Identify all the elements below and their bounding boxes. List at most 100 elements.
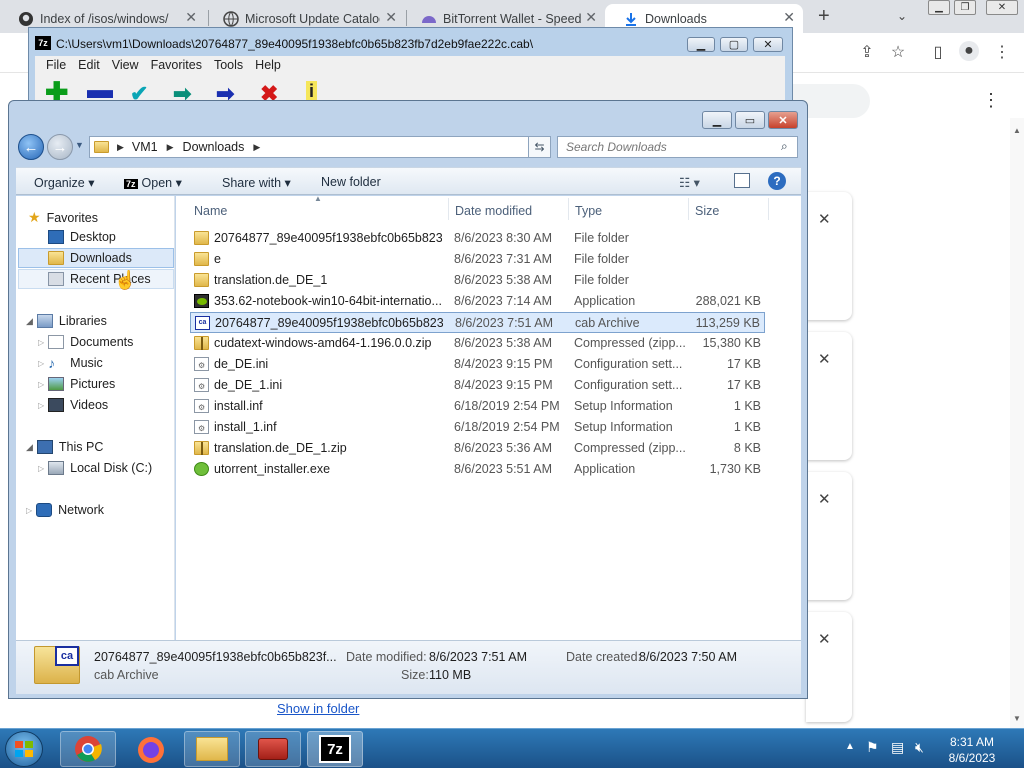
taskbar-file-explorer[interactable] (184, 731, 240, 767)
refresh-icon[interactable]: ⇆ (528, 136, 551, 158)
show-in-folder-link[interactable]: Show in folder (277, 701, 359, 716)
bookmark-star-icon[interactable]: ☆ (888, 42, 908, 62)
tab-close-icon[interactable]: ✕ (585, 9, 597, 26)
share-icon[interactable]: ⇪ (857, 42, 877, 62)
close-button[interactable]: ✕ (753, 37, 783, 52)
download-remove-icon[interactable]: ✕ (818, 210, 831, 228)
forward-button[interactable]: → (47, 134, 73, 160)
nav-downloads[interactable]: Downloads (48, 251, 132, 265)
file-row[interactable]: translation.de_DE_1 8/6/2023 5:38 AM File … (190, 270, 765, 291)
column-type[interactable]: Type (575, 204, 602, 218)
info-icon[interactable]: i (306, 81, 318, 102)
show-hidden-icons-icon[interactable]: ▲ (845, 741, 855, 752)
breadcrumb-vm1[interactable]: VM1 (132, 140, 158, 154)
column-date-modified[interactable]: Date modified (455, 204, 532, 218)
download-remove-icon[interactable]: ✕ (818, 490, 831, 508)
menu-view[interactable]: View (106, 56, 145, 76)
new-tab-button[interactable]: + (818, 5, 830, 28)
file-size: 1,730 KB (709, 462, 761, 476)
file-name: de_DE.ini (214, 357, 269, 371)
breadcrumb-arrow-icon[interactable]: ▶ (117, 142, 124, 153)
nav-videos[interactable]: ▷ Videos (38, 398, 108, 412)
minimize-button[interactable]: ▁ (687, 37, 715, 52)
column-name[interactable]: Name (194, 204, 227, 218)
network-status-icon[interactable]: ▤ (891, 739, 904, 756)
nav-local-disk[interactable]: ▷ Local Disk (C:) (38, 461, 152, 475)
maximize-button[interactable]: ▢ (720, 37, 748, 52)
tab-close-icon[interactable]: ✕ (385, 9, 397, 26)
search-icon[interactable]: ⌕ (781, 139, 788, 154)
file-row[interactable]: 20764877_89e40095f1938ebfc0b65b823fb... 8… (190, 228, 765, 249)
taskbar-firefox[interactable] (136, 735, 166, 768)
nav-desktop[interactable]: Desktop (48, 230, 116, 244)
file-row[interactable]: ⚙ install_1.inf 6/18/2019 2:54 PM Setup Inf… (190, 417, 765, 438)
nav-documents[interactable]: ▷ Documents (38, 335, 133, 349)
views-icon[interactable]: ☷ ▾ (679, 175, 700, 190)
file-type: File folder (574, 273, 629, 287)
tab-close-icon[interactable]: ✕ (185, 9, 197, 26)
menu-tools[interactable]: Tools (208, 56, 249, 76)
file-row[interactable]: ca 20764877_89e40095f1938ebfc0b65b823fb..… (190, 312, 765, 333)
close-button[interactable]: ✕ (986, 0, 1018, 15)
column-size[interactable]: Size (695, 204, 719, 218)
details-date-created-label: Date created: (566, 650, 642, 664)
maximize-button[interactable]: ❐ (954, 0, 976, 15)
folder-icon (194, 231, 209, 245)
nav-network[interactable]: ▷ Network (26, 503, 104, 517)
menu-edit[interactable]: Edit (72, 56, 106, 76)
taskbar-7zip[interactable]: 7z (307, 731, 363, 767)
file-row[interactable]: translation.de_DE_1.zip 8/6/2023 5:36 AM C… (190, 438, 765, 459)
back-button[interactable]: ← (18, 134, 44, 160)
nav-favorites[interactable]: ★ Favorites (28, 209, 98, 226)
file-row[interactable]: 353.62-notebook-win10-64bit-internatio..… (190, 291, 765, 312)
organize-button[interactable]: Organize ▾ (34, 175, 94, 190)
side-panel-icon[interactable]: ▯ (928, 42, 948, 62)
file-row[interactable]: cudatext-windows-amd64-1.196.0.0.zip 8/6/… (190, 333, 765, 354)
breadcrumb-arrow-icon[interactable]: ▶ (167, 142, 174, 153)
breadcrumb-arrow-icon[interactable]: ▶ (253, 142, 260, 153)
minimize-button[interactable]: ▁ (702, 111, 732, 129)
file-row[interactable]: e 8/6/2023 7:31 AM File folder (190, 249, 765, 270)
minimize-button[interactable]: ▁ (928, 0, 950, 15)
start-button[interactable] (5, 731, 43, 767)
file-row[interactable]: utorrent_installer.exe 8/6/2023 5:51 AM Ap… (190, 459, 765, 480)
close-button[interactable]: ✕ (768, 111, 798, 129)
file-type: File folder (574, 252, 629, 266)
file-row[interactable]: ⚙ install.inf 6/18/2019 2:54 PM Setup Infor… (190, 396, 765, 417)
help-icon[interactable]: ? (768, 172, 786, 190)
profile-avatar-icon[interactable]: ● (959, 41, 979, 61)
nav-libraries[interactable]: ◢ Libraries (26, 314, 107, 328)
new-folder-button[interactable]: New folder (321, 175, 381, 189)
maximize-button[interactable]: ▭ (735, 111, 765, 129)
open-button[interactable]: 7z Open ▾ (124, 175, 182, 190)
action-center-icon[interactable]: ⚑ (866, 739, 879, 756)
menu-favorites[interactable]: Favorites (145, 56, 208, 76)
nav-music[interactable]: ▷ ♪ Music (38, 356, 103, 370)
file-name: 20764877_89e40095f1938ebfc0b65b823fb... (214, 231, 442, 245)
download-remove-icon[interactable]: ✕ (818, 630, 831, 648)
taskbar-chrome[interactable] (60, 731, 116, 767)
file-row[interactable]: ⚙ de_DE.ini 8/4/2023 9:15 PM Configuration … (190, 354, 765, 375)
preview-pane-icon[interactable] (734, 173, 750, 188)
menu-file[interactable]: File (40, 56, 72, 76)
nav-this-pc[interactable]: ◢ This PC (26, 440, 103, 454)
breadcrumb-downloads[interactable]: Downloads (183, 140, 245, 154)
share-with-button[interactable]: Share with ▾ (222, 175, 291, 190)
downloads-menu-icon[interactable]: ⋮ (982, 90, 1000, 111)
windows-logo-icon (15, 741, 33, 757)
volume-muted-icon[interactable]: 🔇︎ (915, 739, 924, 756)
recent-pages-chevron-icon[interactable]: ▼ (75, 140, 84, 150)
address-bar[interactable]: ▶ VM1 ▶ Downloads ▶ ▼ (89, 136, 551, 158)
page-scrollbar[interactable]: ▲ ▼ (1010, 118, 1024, 728)
tab-search-chevron-icon[interactable]: ⌄ (897, 9, 907, 23)
tab-close-icon[interactable]: ✕ (783, 9, 795, 26)
taskbar-toolbox[interactable] (245, 731, 301, 767)
download-remove-icon[interactable]: ✕ (818, 350, 831, 368)
nav-pictures[interactable]: ▷ Pictures (38, 377, 115, 391)
file-row[interactable]: ⚙ de_DE_1.ini 8/4/2023 9:15 PM Configuratio… (190, 375, 765, 396)
clock[interactable]: 8:31 AM 8/6/2023 (933, 734, 1011, 766)
menu-help[interactable]: Help (249, 56, 287, 76)
7zip-icon: 7z (319, 735, 351, 763)
chrome-menu-icon[interactable]: ⋮ (992, 42, 1012, 62)
search-input[interactable]: Search Downloads (557, 136, 798, 158)
